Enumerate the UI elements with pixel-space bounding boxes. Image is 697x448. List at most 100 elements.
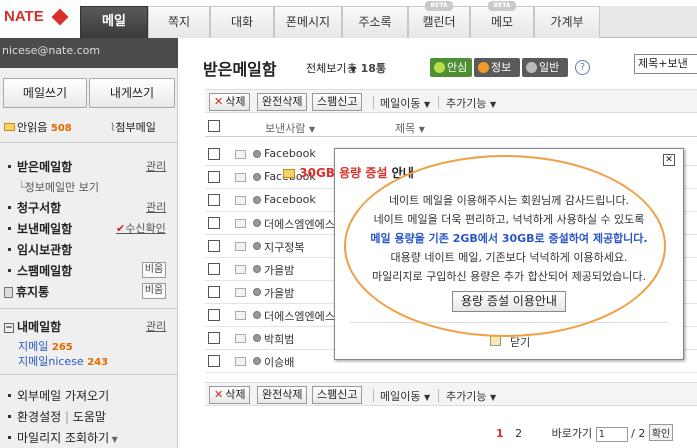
help-link[interactable]: 도움말 [73,410,106,424]
attachment-mail-link[interactable]: ⌇첨부메일 [110,119,156,135]
chevron-down-icon: ▼ [489,100,497,109]
tab-label: 폰메시지 [285,15,331,29]
sender-name[interactable]: 이승배 [264,354,294,370]
sender-name[interactable]: 더에스엠엔에스 [264,216,335,232]
row-checkbox[interactable] [208,355,220,367]
sidebar-item-sent[interactable]: 보낸메일함 [8,220,72,237]
help-icon[interactable]: ? [575,60,590,75]
sidebar-item-mileage[interactable]: 마일리지 조회하기 ▼ [8,429,118,446]
tab-chat[interactable]: 대화 [210,6,274,38]
delete-button[interactable]: ✕ 삭제 [209,93,251,111]
sidebar-item-billing[interactable]: 청구서함 [8,199,61,216]
sender-name[interactable]: Facebook [264,193,316,206]
tab-note[interactable]: 쪽지 [148,6,210,38]
sidebar-item-spam[interactable]: 스팸메일함 [8,262,72,279]
sidebar-item-settings[interactable]: 환경설정 | 도움말 [8,408,106,425]
separator [373,96,374,109]
tab-label: 메모 [490,15,514,29]
search-field-select[interactable]: 제목+보낸 [634,54,697,74]
sender-name[interactable]: 박희범 [264,331,294,347]
tab-household-ledger[interactable]: 가계부 [534,6,600,38]
sidebar-item-trash[interactable]: 휴지통 [4,283,49,300]
unread-label: 안읽음 [17,121,48,134]
sender-name[interactable]: Facebook [264,147,316,160]
attachment-label: 첨부메일 [115,121,156,134]
sender-name[interactable]: 가을밤 [264,262,294,278]
button-label: 삭제 [225,95,246,108]
my-mailbox-manage-link[interactable]: 관리 [146,318,166,334]
select-all-checkbox[interactable] [208,120,220,132]
read-receipt-label: 수신확인 [125,222,166,235]
separator [438,96,439,109]
read-envelope-icon [235,219,246,228]
page-current[interactable]: 1 [496,427,504,440]
nate-logo[interactable]: NATE [4,8,44,25]
dropdown-label: 추가기능 [446,97,487,110]
move-mail-dropdown[interactable]: 메일이동 ▼ [380,95,430,111]
sidebar-item-my-mailbox[interactable]: − 내메일함 [4,318,61,335]
row-checkbox[interactable] [208,332,220,344]
row-checkbox[interactable] [208,263,220,275]
goto-page-input[interactable]: 1 [595,426,628,442]
sender-name[interactable]: 더에스엠엔에스 [264,308,335,324]
tab-memo[interactable]: BETA 메모 [470,1,534,38]
folder-gmail-nicese[interactable]: 지메일nicese 243 [18,353,108,369]
goto-confirm-button[interactable]: 확인 [648,424,674,441]
write-mail-button[interactable]: 메일쓰기 [3,78,87,108]
more-features-dropdown[interactable]: 추가기능 ▼ [446,95,496,111]
page-next[interactable]: 2 [515,427,522,440]
sidebar-item-label: 임시보관함 [17,243,73,257]
sidebar-item-temp[interactable]: 임시보관함 [8,241,72,258]
tab-label: 쪽지 [167,15,191,29]
check-icon: ✔ [116,222,126,235]
write-to-self-button[interactable]: 내게쓰기 [89,78,175,108]
filter-safe[interactable]: 안심 [430,58,472,77]
empty-trash-button[interactable]: 비움 [142,283,166,299]
info-mail-filter-link[interactable]: └정보메일만 보기 [18,179,99,195]
folder-count: 265 [51,342,73,353]
trash-icon [4,287,13,298]
subject-column-header[interactable]: 제목 ▼ [395,120,425,136]
row-checkbox[interactable] [208,240,220,252]
billing-manage-link[interactable]: 관리 [146,199,166,215]
sidebar-item-label: 마일리지 조회하기 [17,431,110,445]
info-dot-icon [478,62,489,73]
read-receipt-link[interactable]: ✔수신확인 [116,220,166,236]
unread-link[interactable]: 안읽음 508 [4,119,72,135]
folder-name: 지메일 [18,340,49,353]
divider [0,142,178,143]
dropdown-label: 전체보기 [306,62,347,75]
folder-gmail[interactable]: 지메일 265 [18,338,73,354]
goto-label: 바로가기 [551,427,593,440]
row-checkbox[interactable] [208,217,220,229]
bullet-icon [8,435,11,439]
filter-general[interactable]: 일반 [522,58,568,77]
row-checkbox[interactable] [208,309,220,321]
tab-calendar[interactable]: BETA 캘린더 [408,1,470,38]
sender-name[interactable]: 지구정복 [264,239,304,255]
row-checkbox[interactable] [208,194,220,206]
total-count: 총 18통 [347,60,386,76]
collapse-icon: − [4,322,14,333]
tab-address-book[interactable]: 주소록 [342,6,408,38]
sender-status-icon [253,242,261,250]
delete-button[interactable]: ✕ 삭제 [209,386,251,404]
sender-name[interactable]: 가을밤 [264,285,294,301]
tab-mail[interactable]: 메일 [80,6,148,38]
bullet-icon [8,393,11,397]
full-delete-button[interactable]: 완전삭제 [257,386,308,404]
sidebar-item-external-mail[interactable]: 외부메일 가져오기 [8,387,109,404]
row-checkbox[interactable] [208,148,220,160]
row-checkbox[interactable] [208,286,220,298]
tab-phone-message[interactable]: 폰메시지 [274,6,342,38]
move-mail-dropdown[interactable]: 메일이동 ▼ [380,388,430,404]
sidebar-item-label: 보낸메일함 [17,222,73,236]
more-features-dropdown[interactable]: 추가기능 ▼ [446,388,496,404]
spam-report-button[interactable]: 스팸신고 [312,93,363,111]
sidebar-item-label: 외부메일 가져오기 [17,389,110,403]
filter-info[interactable]: 정보 [474,58,520,77]
spam-report-button[interactable]: 스팸신고 [312,386,363,404]
full-delete-button[interactable]: 완전삭제 [257,93,308,111]
empty-spam-button[interactable]: 비움 [142,262,166,278]
sender-column-header[interactable]: 보낸사람 ▼ [265,120,315,136]
